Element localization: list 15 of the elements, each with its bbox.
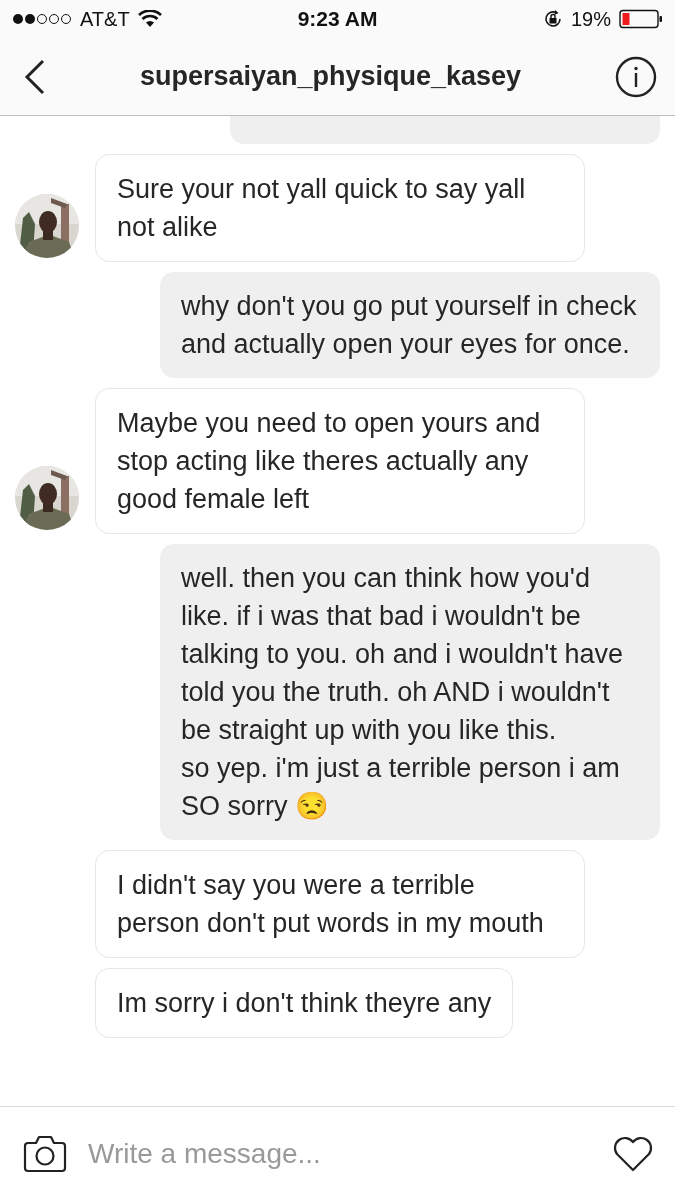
wifi-icon <box>137 10 162 28</box>
message-bubble: Maybe you need to open yours and stop acting like theres actually any good female left <box>95 388 585 534</box>
rotation-lock-icon <box>542 9 563 29</box>
battery-icon <box>619 9 663 29</box>
message-bubble: why don't you go put yourself in check and actually open your eyes for once. <box>160 272 660 378</box>
message-bubble: Im sorry i don't think theyre any <box>95 968 514 1038</box>
message-input[interactable]: Write a message... <box>86 1136 593 1171</box>
clock-time: 9:23 AM <box>297 7 378 31</box>
message-bubble: I didn't say you were a terrible person don't put words in my mouth <box>95 850 585 958</box>
message-bubble: Sure your not yall quick to say yall not alike <box>95 154 585 262</box>
battery-percentage: 19% <box>570 7 611 31</box>
carrier-name: AT&T <box>80 7 130 31</box>
conversation-title: supersaiyan_physique_kasey <box>139 61 522 92</box>
signal-icon <box>12 12 72 26</box>
message-bubble: well. then you can think how you'd like. if i was that bad i wouldn't be talking to you. oh and i wouldn't have told you the truth. oh AND i wouldn't be straight up with you like this. so yep. i'm just a terrible person i am SO sorry 😒 <box>160 544 660 840</box>
